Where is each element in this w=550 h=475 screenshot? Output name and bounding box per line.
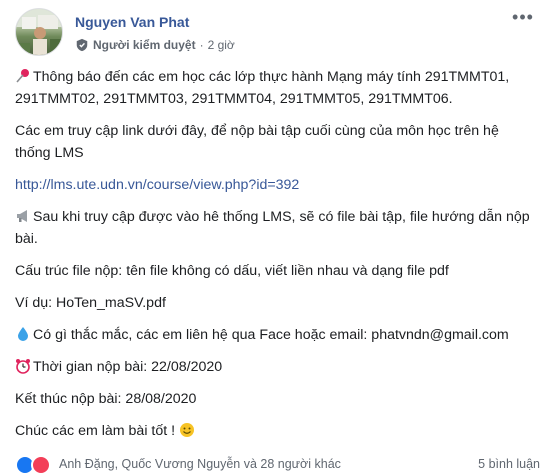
love-icon	[31, 455, 51, 475]
post-paragraph: Kết thúc nộp bài: 28/08/2020	[15, 391, 197, 407]
post-paragraph: Sau khi truy cập được vào hê thống LMS, …	[15, 209, 530, 247]
post-paragraph: http://lms.ute.udn.vn/course/view.php?id…	[15, 174, 535, 196]
post-body: Thông báo đến các em học các lớp thực hà…	[15, 66, 535, 452]
pin-icon	[16, 69, 29, 83]
shield-icon	[76, 38, 88, 52]
post-header: Nguyen Van Phat Người kiểm duyệt · 2 giờ…	[15, 8, 535, 58]
post-paragraph: Thông báo đến các em học các lớp thực hà…	[15, 69, 510, 107]
post-card: Nguyen Van Phat Người kiểm duyệt · 2 giờ…	[0, 0, 550, 475]
author-name[interactable]: Nguyen Van Phat	[75, 14, 189, 30]
post-paragraph: Các em truy cập link dưới đây, để nộp bà…	[15, 123, 499, 161]
post-meta: Người kiểm duyệt · 2 giờ	[75, 38, 235, 52]
author-avatar[interactable]	[15, 8, 63, 56]
lms-link[interactable]: http://lms.ute.udn.vn/course/view.php?id…	[15, 177, 299, 193]
smile-icon	[180, 423, 195, 437]
post-paragraph: Cấu trúc file nộp: tên file không có dấu…	[15, 263, 449, 279]
alarm-clock-icon	[16, 359, 30, 374]
post-paragraph: Ví dụ: HoTen_maSV.pdf	[15, 295, 166, 311]
reactions[interactable]	[15, 455, 51, 475]
megaphone-icon	[17, 210, 27, 222]
post-time[interactable]: 2 giờ	[208, 38, 235, 52]
post-paragraph: Có gì thắc mắc, các em liên hệ qua Face …	[15, 324, 535, 346]
meta-separator: ·	[199, 38, 204, 52]
post-paragraph: Thời gian nộp bài: 22/08/2020	[15, 356, 535, 378]
droplet-icon	[18, 327, 28, 341]
more-options-icon[interactable]: •••	[511, 8, 535, 30]
author-role: Người kiểm duyệt	[93, 38, 196, 52]
post-paragraph: Chúc các em làm bài tốt !	[15, 420, 535, 442]
post-footer: Anh Đặng, Quốc Vương Nguyễn và 28 người …	[15, 455, 540, 475]
